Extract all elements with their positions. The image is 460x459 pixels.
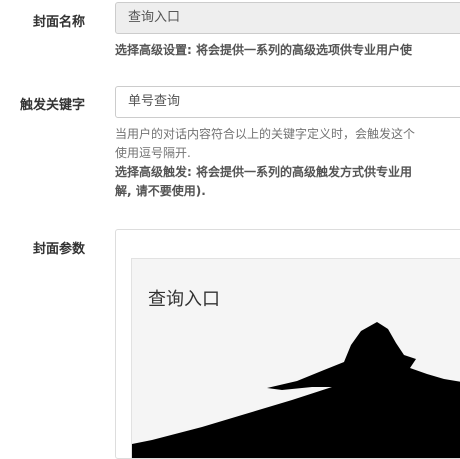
cover-params-label: 封面参数 bbox=[32, 242, 85, 257]
trigger-keyword-help: 当用户的对话内容符合以上的关键字定义时，会触发这个 使用逗号隔开. 选择高级触发… bbox=[115, 125, 460, 201]
advanced-settings-text: 选择高级设置: 将会提供一系列的高级选项供专业用户使 bbox=[115, 43, 412, 57]
cover-name-advanced-help: 选择高级设置: 将会提供一系列的高级选项供专业用户使 bbox=[115, 41, 460, 60]
advanced-trigger-line-1: 选择高级触发: 将会提供一系列的高级触发方式供专业用 bbox=[115, 165, 412, 179]
keyword-help-line-1: 当用户的对话内容符合以上的关键字定义时，会触发这个 bbox=[115, 127, 416, 141]
keyword-help-line-2: 使用逗号隔开. bbox=[115, 146, 191, 160]
trigger-keyword-label: 触发关键字 bbox=[19, 98, 85, 113]
cover-preview-card[interactable]: 查询入口 bbox=[131, 258, 460, 458]
advanced-trigger-line-2: 解, 请不要使用). bbox=[115, 184, 206, 198]
cover-params-panel: 查询入口 bbox=[115, 229, 460, 459]
cover-name-input[interactable]: 查询入口 bbox=[115, 2, 460, 34]
cover-name-label: 封面名称 bbox=[32, 15, 85, 30]
trigger-keyword-input[interactable]: 单号查询 bbox=[115, 86, 460, 118]
pagoda-roof-silhouette-icon bbox=[132, 322, 460, 458]
